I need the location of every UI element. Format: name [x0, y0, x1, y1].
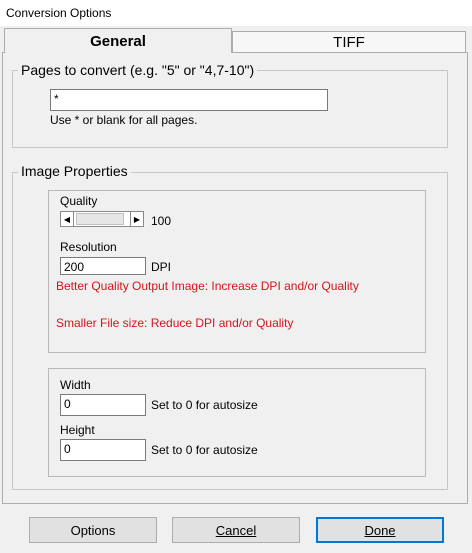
tab-general-label: General	[90, 32, 146, 50]
pages-hint: Use * or blank for all pages.	[50, 113, 198, 127]
done-button[interactable]: Done	[316, 517, 444, 543]
resolution-unit: DPI	[151, 260, 172, 274]
pages-group-legend: Pages to convert (e.g. "5" or "4,7-10")	[18, 62, 258, 78]
height-input[interactable]: 0	[60, 439, 146, 461]
quality-note: Better Quality Output Image: Increase DP…	[56, 279, 359, 293]
done-button-label: Done	[364, 522, 396, 538]
size-note: Smaller File size: Reduce DPI and/or Qua…	[56, 316, 294, 330]
height-input-value: 0	[64, 442, 71, 456]
resolution-input-value: 200	[64, 260, 85, 274]
pages-input[interactable]: *	[50, 89, 328, 111]
tab-tiff-label: TIFF	[333, 33, 365, 51]
width-hint: Set to 0 for autosize	[151, 398, 258, 412]
quality-scroll-thumb[interactable]	[76, 213, 124, 225]
window-title: Conversion Options	[6, 6, 112, 20]
width-input[interactable]: 0	[60, 394, 146, 416]
options-button[interactable]: Options	[29, 517, 157, 543]
scroll-left-arrow-icon[interactable]: ◀	[60, 211, 74, 227]
pages-input-value: *	[54, 92, 59, 106]
width-label: Width	[60, 378, 91, 392]
image-properties-legend: Image Properties	[18, 163, 131, 179]
scroll-right-arrow-icon[interactable]: ▶	[130, 211, 144, 227]
resolution-input[interactable]: 200	[60, 257, 146, 275]
width-input-value: 0	[64, 397, 71, 411]
cancel-button[interactable]: Cancel	[172, 517, 300, 543]
tab-general[interactable]: General	[4, 28, 232, 53]
options-button-label: Options	[70, 522, 116, 538]
cancel-button-label: Cancel	[215, 522, 257, 538]
tab-tiff[interactable]: TIFF	[232, 31, 466, 52]
resolution-label: Resolution	[60, 240, 117, 254]
quality-label: Quality	[60, 194, 98, 208]
quality-value: 100	[151, 214, 172, 228]
height-hint: Set to 0 for autosize	[151, 443, 258, 457]
height-label: Height	[60, 423, 95, 437]
